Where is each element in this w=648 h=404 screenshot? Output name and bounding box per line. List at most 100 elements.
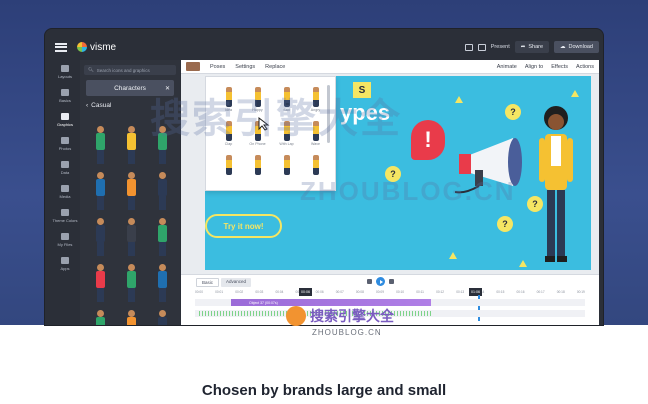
rail-label: Photos (58, 146, 72, 151)
rail-label: Media (59, 194, 71, 199)
timeline-ruler: 00:00 00:01 00:02 00:03 00:04 00:05 00:0… (195, 290, 585, 296)
rail-label: Graphics (56, 122, 73, 127)
watermark-cn: 搜索引擎大全 (150, 97, 402, 141)
character-thumb[interactable] (119, 170, 145, 214)
page-tagline: Chosen by brands large and small (201, 382, 447, 399)
left-rail: Layouts Basics Graphics Photos Data Medi… (51, 60, 79, 325)
chevron-left-icon: ‹ (86, 102, 89, 109)
basics-icon (61, 89, 69, 96)
character-thumb[interactable] (119, 216, 145, 260)
rail-item-data[interactable]: Data (51, 156, 79, 180)
watermark-url: ZHOUBLOG.CN (312, 328, 382, 337)
triangle-shape (519, 260, 527, 267)
layout-icon (61, 65, 69, 72)
toolbar-animate[interactable]: Animate (497, 64, 517, 70)
tick-label: 00:13 (456, 290, 465, 294)
tab-basic[interactable]: Basic (196, 278, 220, 287)
brand-logo: visme (77, 42, 116, 53)
rail-label: Basics (59, 98, 71, 103)
rail-item-basics[interactable]: Basics (51, 84, 79, 108)
menu-icon[interactable] (55, 42, 67, 52)
tick-label: 00:10 (396, 290, 405, 294)
share-button[interactable]: ➦ Share (514, 41, 550, 53)
stop-icon[interactable] (389, 279, 394, 284)
watermark-en: ZHOUBLOG.CN (300, 176, 516, 206)
tick-label: 00:03 (255, 290, 264, 294)
object-clip[interactable]: Object 37 (00:07s) (231, 299, 431, 306)
rail-label: My Files (57, 242, 73, 247)
watermark: 搜索引擎大全 (150, 86, 402, 144)
photo-icon (61, 137, 69, 144)
download-icon: ☁ (560, 44, 566, 50)
pose-option[interactable] (274, 155, 299, 185)
logo-icon (77, 42, 87, 52)
watermark: ZHOUBLOG.CN (300, 176, 516, 207)
toolbar-align[interactable]: Align to (525, 64, 543, 70)
download-button[interactable]: ☁ Download (554, 41, 599, 53)
pose-option[interactable] (245, 155, 270, 185)
search-input[interactable]: Search icons and graphics (97, 68, 150, 73)
object-track: Object 37 (00:07s) (195, 299, 585, 306)
rail-item-media[interactable]: Media (51, 180, 79, 204)
toolbar-actions[interactable]: Actions (576, 64, 594, 70)
tick-label: 00:18 (556, 290, 565, 294)
tick-label: 00:11 (416, 290, 424, 294)
character-thumb[interactable] (88, 262, 114, 306)
clip-label: Object 37 (00:07s) (249, 300, 278, 305)
end-marker[interactable]: 01:06 (469, 288, 482, 296)
character-thumb[interactable] (119, 308, 145, 325)
search-box[interactable]: 🔍︎ Search icons and graphics (84, 65, 176, 75)
question-mark-icon: ? (505, 104, 521, 120)
toolbar-settings[interactable]: Settings (235, 64, 255, 70)
tick-label: 00:04 (275, 290, 284, 294)
rail-item-photos[interactable]: Photos (51, 132, 79, 156)
playback-controls (367, 277, 394, 286)
character-thumb[interactable] (150, 170, 176, 214)
triangle-shape (455, 96, 463, 103)
media-icon (61, 185, 69, 192)
question-mark-icon: ? (497, 216, 513, 232)
stop-icon[interactable] (367, 279, 372, 284)
character-thumb[interactable] (119, 262, 145, 306)
object-toolbar: Poses Settings Replace Animate Align to … (181, 60, 599, 74)
tick-label: 00:08 (355, 290, 364, 294)
toolbar-replace[interactable]: Replace (265, 64, 285, 70)
triangle-shape (571, 90, 579, 97)
rail-item-graphics[interactable]: Graphics (51, 108, 79, 132)
character-thumb[interactable] (150, 216, 176, 260)
subcategory-label: Casual (91, 102, 112, 109)
play-button[interactable] (376, 277, 385, 286)
alert-bubble: ! (411, 120, 445, 160)
character-thumb[interactable] (119, 124, 145, 168)
folder-icon (61, 233, 69, 240)
comment-icon[interactable] (464, 43, 473, 51)
rail-item-apps[interactable]: Apps (51, 252, 79, 276)
tick-label: 00:12 (436, 290, 445, 294)
start-marker[interactable]: 00:06 (299, 288, 312, 296)
tick-label: 00:17 (536, 290, 545, 294)
tick-label: 00:15 (496, 290, 505, 294)
character-thumb[interactable] (150, 308, 176, 325)
tick-label: 00:00 (195, 290, 203, 294)
try-it-now-button[interactable]: Try it now! (205, 214, 282, 238)
toolbar-effects[interactable]: Effects (551, 64, 568, 70)
character-thumb[interactable] (88, 308, 114, 325)
character-thumb[interactable] (88, 124, 114, 168)
rail-item-theme-colors[interactable]: Theme Colors (51, 204, 79, 228)
tick-label: 00:16 (516, 290, 525, 294)
top-bar: visme Present ➦ Share ☁ Download (51, 37, 599, 57)
present-button[interactable]: Present (491, 44, 510, 50)
tab-advanced[interactable]: Advanced (221, 278, 252, 287)
rail-item-my-files[interactable]: My Files (51, 228, 79, 252)
color-swatch[interactable] (186, 62, 200, 71)
rail-item-layouts[interactable]: Layouts (51, 60, 79, 84)
character-thumb[interactable] (88, 216, 114, 260)
character-thumb[interactable] (150, 262, 176, 306)
woman-character-illustration[interactable] (535, 100, 577, 268)
search-icon: 🔍︎ (88, 67, 94, 72)
pose-option[interactable] (216, 155, 241, 185)
toolbar-poses[interactable]: Poses (210, 64, 225, 70)
category-label: Characters (114, 84, 146, 92)
palette-icon (61, 209, 69, 216)
character-thumb[interactable] (88, 170, 114, 214)
